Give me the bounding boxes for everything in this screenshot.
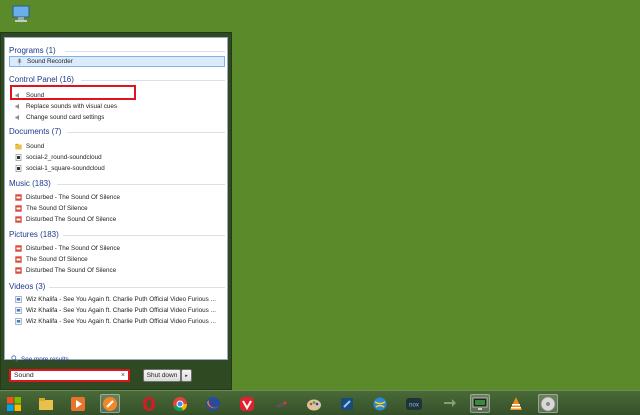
- file-icon: [15, 154, 22, 161]
- section-header-music[interactable]: Music (183): [9, 179, 51, 189]
- result-label: The Sound Of Silence: [26, 205, 88, 212]
- result-picture-file[interactable]: Disturbed The Sound Of Silence: [9, 265, 225, 276]
- section-header-pictures[interactable]: Pictures (183): [9, 230, 59, 240]
- video-file-icon: [15, 318, 22, 325]
- file-icon: [15, 165, 22, 172]
- search-icon: [11, 355, 18, 364]
- result-label: social-2_round-soundcloud: [26, 154, 102, 161]
- result-label: Sound Recorder: [27, 58, 73, 65]
- folder-icon: [15, 143, 22, 150]
- see-more-results-link[interactable]: See more results: [11, 355, 69, 364]
- media-file-icon: [15, 245, 22, 252]
- result-document[interactable]: social-1_square-soundcloud: [9, 163, 225, 174]
- paint-icon[interactable]: [304, 394, 324, 413]
- result-label: social-1_square-soundcloud: [26, 165, 105, 172]
- section-header-videos[interactable]: Videos (3): [9, 282, 45, 292]
- shutdown-options-button[interactable]: ▸: [181, 369, 192, 382]
- opera-icon[interactable]: [139, 394, 159, 413]
- search-results-panel: Programs (1) Sound Recorder Control Pane…: [4, 37, 228, 363]
- result-label: Wiz Khalifa - See You Again ft. Charlie …: [26, 296, 216, 303]
- result-change-sound-card[interactable]: Change sound card settings: [9, 112, 225, 123]
- arrows-icon[interactable]: [440, 394, 460, 413]
- result-picture-file[interactable]: The Sound Of Silence: [9, 254, 225, 265]
- firefox-icon[interactable]: [203, 394, 223, 413]
- result-label: Replace sounds with visual cues: [26, 103, 118, 110]
- speaker-icon: [15, 103, 22, 110]
- ide-icon[interactable]: [337, 394, 357, 413]
- result-label: Disturbed - The Sound Of Silence: [26, 194, 121, 201]
- start-menu: Programs (1) Sound Recorder Control Pane…: [0, 32, 232, 390]
- media-file-icon: [15, 205, 22, 212]
- microphone-icon: [16, 58, 23, 65]
- see-more-label: See more results: [21, 356, 69, 363]
- media-file-icon: [15, 267, 22, 274]
- chrome-icon[interactable]: [170, 394, 190, 413]
- result-video-file[interactable]: Wiz Khalifa - See You Again ft. Charlie …: [9, 305, 225, 316]
- section-header-control-panel[interactable]: Control Panel (16): [9, 75, 74, 85]
- vivaldi-icon[interactable]: [237, 394, 257, 413]
- file-explorer-icon[interactable]: [36, 394, 56, 413]
- monitor-icon[interactable]: [470, 394, 490, 413]
- result-label: Disturbed - The Sound Of Silence: [26, 245, 121, 252]
- section-header-documents[interactable]: Documents (7): [9, 127, 61, 137]
- result-label: Disturbed The Sound Of Silence: [26, 216, 117, 223]
- result-label: Wiz Khalifa - See You Again ft. Charlie …: [26, 318, 216, 325]
- sound-highlight-box: [10, 85, 136, 100]
- result-label: Sound: [26, 143, 45, 150]
- video-file-icon: [15, 307, 22, 314]
- result-label: Disturbed The Sound Of Silence: [26, 267, 117, 274]
- result-video-file[interactable]: Wiz Khalifa - See You Again ft. Charlie …: [9, 294, 225, 305]
- globe-icon[interactable]: [370, 394, 390, 413]
- result-video-file[interactable]: Wiz Khalifa - See You Again ft. Charlie …: [9, 316, 225, 327]
- video-file-icon: [15, 296, 22, 303]
- start-search-input[interactable]: Sound ×: [9, 369, 130, 382]
- search-query-text: Sound: [14, 372, 34, 379]
- media-file-icon: [15, 216, 22, 223]
- disk-icon[interactable]: [538, 394, 558, 413]
- svg-text:nox: nox: [409, 402, 419, 408]
- result-label: Wiz Khalifa - See You Again ft. Charlie …: [26, 307, 216, 314]
- media-player-icon[interactable]: [68, 394, 88, 413]
- clear-search-button[interactable]: ×: [121, 372, 125, 379]
- result-sound-folder[interactable]: Sound: [9, 141, 225, 152]
- result-label: The Sound Of Silence: [26, 256, 88, 263]
- result-music-file[interactable]: The Sound Of Silence: [9, 203, 225, 214]
- result-music-file[interactable]: Disturbed - The Sound Of Silence: [9, 192, 225, 203]
- computer-desktop-icon[interactable]: [10, 4, 32, 24]
- start-orb-icon[interactable]: [4, 394, 24, 413]
- music-app-icon[interactable]: [100, 394, 120, 413]
- result-replace-sounds[interactable]: Replace sounds with visual cues: [9, 101, 225, 112]
- tool-icon[interactable]: [271, 394, 291, 413]
- result-document[interactable]: social-2_round-soundcloud: [9, 152, 225, 163]
- result-label: Change sound card settings: [26, 114, 105, 121]
- vlc-icon[interactable]: [506, 394, 526, 413]
- shutdown-button[interactable]: Shut down: [143, 369, 181, 382]
- nox-icon[interactable]: nox: [404, 394, 424, 413]
- taskbar: nox: [0, 390, 640, 415]
- media-file-icon: [15, 256, 22, 263]
- section-header-programs[interactable]: Programs (1): [9, 46, 56, 56]
- result-sound-recorder[interactable]: Sound Recorder: [9, 56, 225, 67]
- result-picture-file[interactable]: Disturbed - The Sound Of Silence: [9, 243, 225, 254]
- speaker-icon: [15, 114, 22, 121]
- media-file-icon: [15, 194, 22, 201]
- result-music-file[interactable]: Disturbed The Sound Of Silence: [9, 214, 225, 225]
